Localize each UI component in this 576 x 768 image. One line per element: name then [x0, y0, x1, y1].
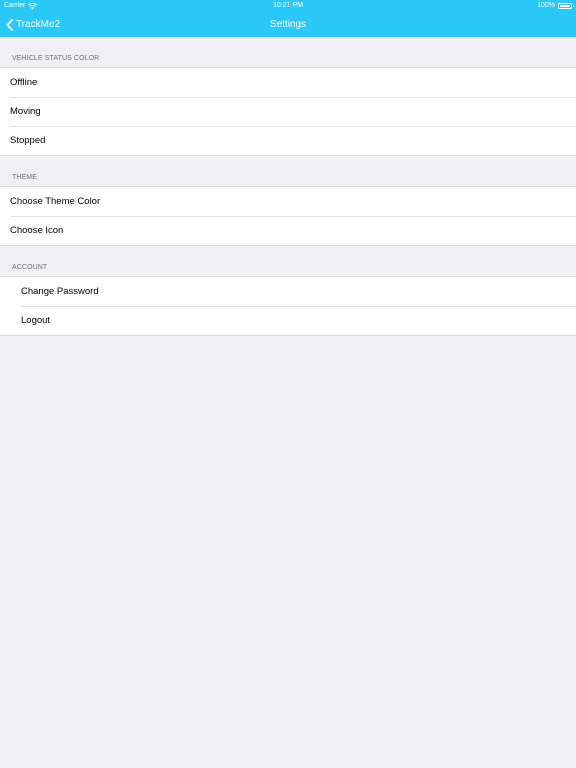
navigation-bar: Settings TrackMe2	[0, 12, 576, 37]
list-item-stopped[interactable]: Stopped	[0, 126, 576, 155]
section-header-vehicle-status: VEHICLE STATUS COLOR	[12, 55, 100, 62]
top-bar: Carrier 10:21 PM 100% Settings TrackMe2	[0, 0, 576, 37]
section-header-theme: THEME	[12, 174, 37, 181]
list-item-choose-theme-color[interactable]: Choose Theme Color	[0, 187, 576, 216]
chevron-left-icon	[6, 18, 13, 31]
page-title: Settings	[269, 19, 307, 30]
list-item-change-password[interactable]: Change Password	[0, 277, 576, 306]
vehicle-status-group: Offline Moving Stopped	[0, 67, 576, 156]
account-group: Change Password Logout	[0, 276, 576, 336]
battery-percent: 100%	[537, 2, 555, 9]
list-item-offline[interactable]: Offline	[0, 68, 576, 97]
theme-group: Choose Theme Color Choose Icon	[0, 186, 576, 246]
list-item-choose-icon[interactable]: Choose Icon	[0, 216, 576, 245]
battery-indicator: 100%	[537, 0, 574, 12]
back-button-label: TrackMe2	[16, 19, 61, 30]
battery-icon	[558, 3, 574, 9]
list-item-moving[interactable]: Moving	[0, 97, 576, 126]
status-time: 10:21 PM	[273, 2, 303, 9]
back-button[interactable]: TrackMe2	[6, 12, 60, 37]
list-item-logout[interactable]: Logout	[0, 306, 576, 335]
section-header-account: ACCOUNT	[12, 264, 48, 271]
status-bar: Carrier 10:21 PM 100%	[0, 0, 576, 12]
